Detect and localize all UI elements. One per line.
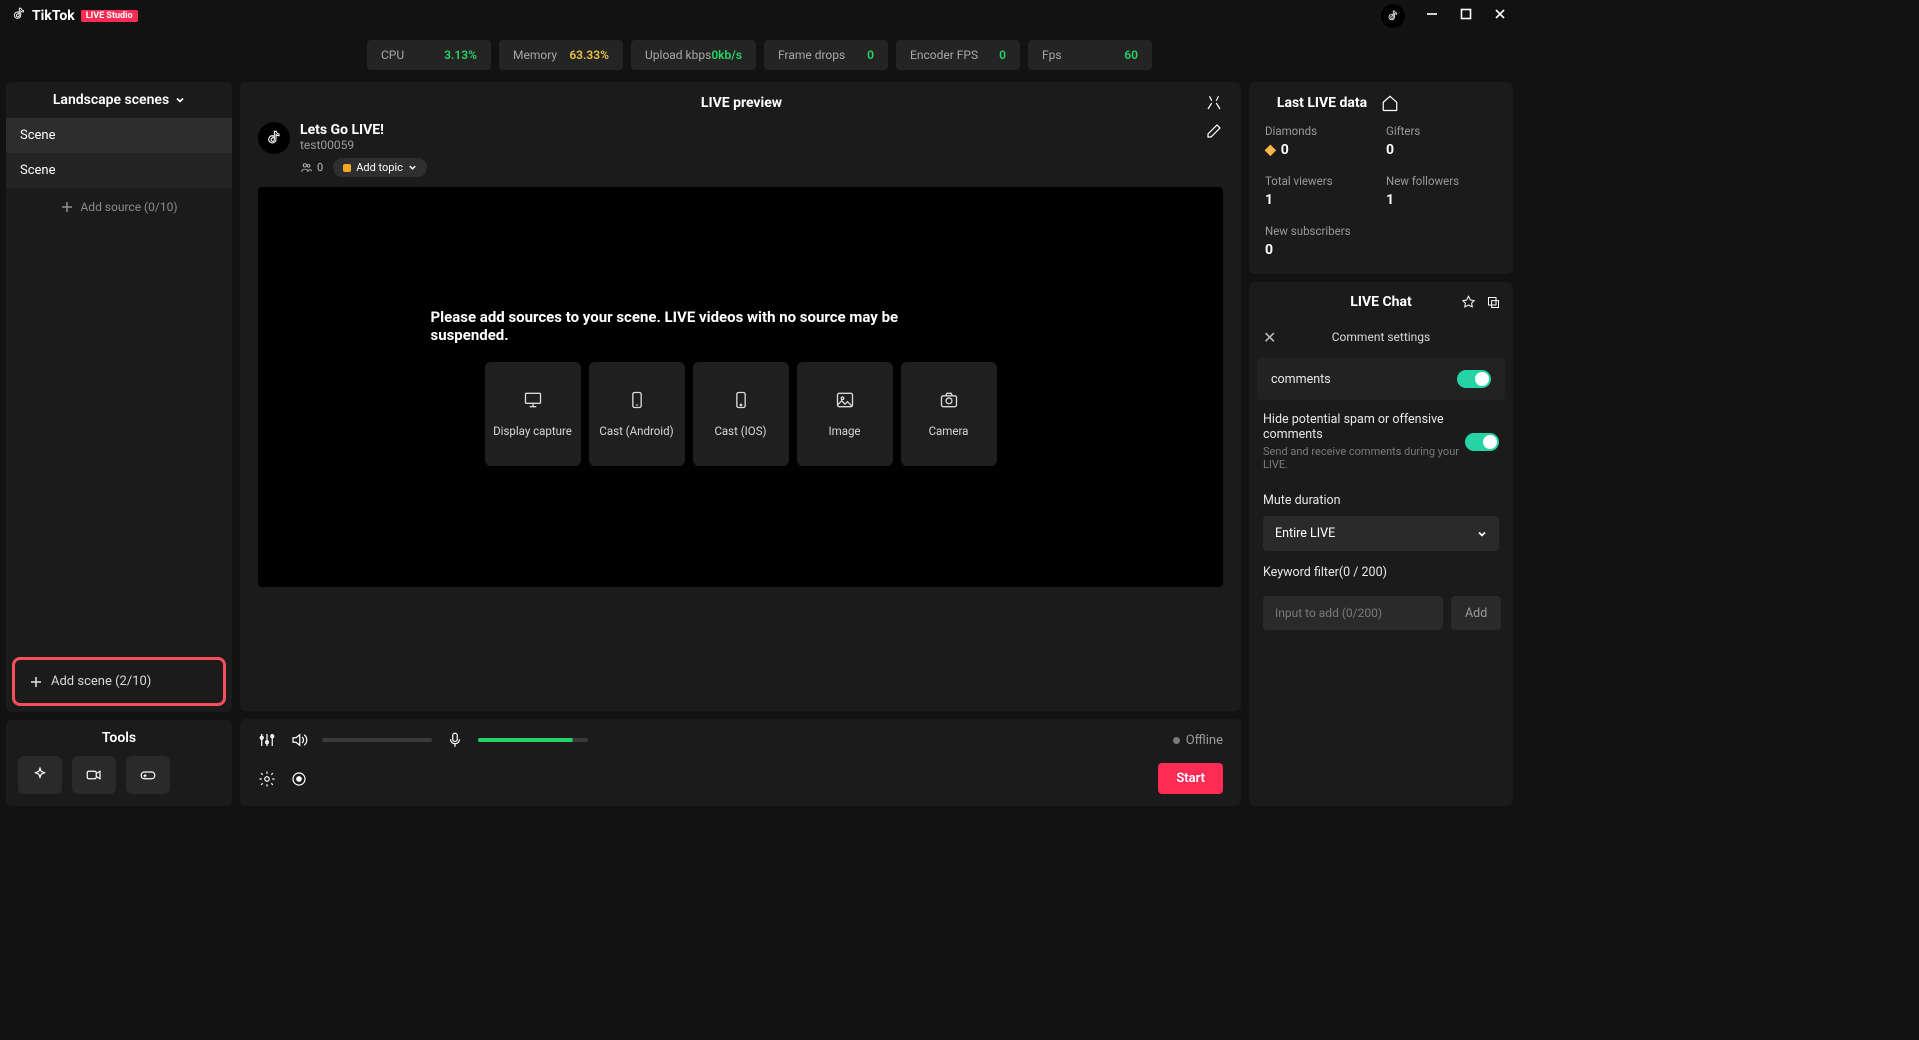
stat-memory: Memory63.33% [499,40,623,70]
mute-duration-select[interactable]: Entire LIVE [1263,516,1499,551]
live-studio-badge: LIVE Studio [81,10,138,22]
keyword-input[interactable] [1263,596,1443,630]
diamond-icon: ◆ [1265,142,1276,158]
chat-panel: LIVE Chat ✕ Comment settings comments Hi… [1249,282,1513,806]
keyword-add-button[interactable]: Add [1451,596,1501,630]
camera-icon [939,390,959,410]
source-cast-ios[interactable]: Cast (IOS) [693,362,789,466]
preview-title: LIVE preview [278,95,1205,111]
camcorder-icon [85,766,103,784]
add-topic-button[interactable]: Add topic [333,158,427,177]
stream-username: test00059 [300,138,1195,152]
tools-panel: Tools [6,720,232,806]
tools-icon[interactable] [1205,94,1223,112]
scenes-panel: Landscape scenes Scene Scene Add source … [6,82,232,712]
gamepad-icon [139,766,157,784]
popout-icon[interactable] [1486,295,1501,310]
keyword-filter-label: Keyword filter(0 / 200) [1249,551,1513,588]
stat-new-followers: New followers1 [1386,174,1497,208]
phone-icon [627,390,647,410]
image-icon [835,390,855,410]
center-column: LIVE preview Lets Go LIVE! test00059 0 [240,82,1241,806]
chevron-down-icon [175,95,185,105]
add-scene-button[interactable]: Add scene (2/10) [12,657,226,706]
source-cast-android[interactable]: Cast (Android) [589,362,685,466]
pin-icon[interactable] [1461,295,1476,310]
chevron-down-icon [408,163,417,172]
toggle-comments-row: comments [1257,358,1505,400]
stat-new-subscribers: New subscribers0 [1265,224,1376,258]
tool-camera-button[interactable] [72,756,116,794]
sparkle-icon [31,766,49,784]
tools-title: Tools [18,730,220,746]
mixer-button[interactable] [258,731,276,749]
stat-diamonds: Diamonds◆0 [1265,124,1376,158]
titlebar: TikTok LIVE Studio [0,0,1519,32]
speaker-button[interactable] [290,731,308,749]
people-icon [300,161,313,174]
close-button[interactable] [1493,7,1507,25]
preview-panel: LIVE preview Lets Go LIVE! test00059 0 [240,82,1241,711]
scene-item[interactable]: Scene [6,153,232,188]
stat-encoderfps: Encoder FPS0 [896,40,1020,70]
status-indicator: Offline [1173,733,1223,748]
comments-toggle[interactable] [1457,370,1491,388]
record-button[interactable] [290,770,308,788]
tool-effects-button[interactable] [18,756,62,794]
tool-game-button[interactable] [126,756,170,794]
plus-icon [60,200,74,214]
plus-icon [29,675,43,689]
preview-empty-message: Please add sources to your scene. LIVE v… [431,308,911,344]
caret-down-icon [1477,529,1487,539]
start-button[interactable]: Start [1158,763,1223,794]
viewers-badge: 0 [300,161,323,174]
app-name: TikTok [32,8,75,24]
minimize-button[interactable] [1425,7,1439,25]
settings-button[interactable] [258,770,276,788]
monitor-icon [523,390,543,410]
stream-avatar [258,122,290,154]
scenes-dropdown[interactable]: Landscape scenes [6,82,232,118]
profile-avatar[interactable] [1381,4,1405,28]
phone-icon [731,390,751,410]
add-source-button[interactable]: Add source (0/10) [6,188,232,226]
scene-item[interactable]: Scene [6,118,232,153]
live-data-panel: Last LIVE data Diamonds◆0 Gifters0 Total… [1249,82,1513,274]
stat-fps: Fps60 [1028,40,1152,70]
rightbar: Last LIVE data Diamonds◆0 Gifters0 Total… [1249,82,1513,806]
controls-panel: Offline Start [240,719,1241,806]
sidebar: Landscape scenes Scene Scene Add source … [6,82,232,806]
stat-cpu: CPU3.13% [367,40,491,70]
titlebar-right [1381,4,1507,28]
edit-button[interactable] [1205,122,1223,144]
stat-upload: Upload kbps0kb/s [631,40,756,70]
stats-bar: CPU3.13% Memory63.33% Upload kbps0kb/s F… [0,32,1519,82]
stat-total-viewers: Total viewers1 [1265,174,1376,208]
source-camera[interactable]: Camera [901,362,997,466]
comment-settings-header: ✕ Comment settings [1249,322,1513,352]
preview-canvas: Please add sources to your scene. LIVE v… [258,187,1223,587]
chat-title: LIVE Chat [1350,294,1411,310]
live-data-title: Last LIVE data [1263,95,1381,111]
speaker-slider[interactable] [322,738,432,742]
spam-toggle[interactable] [1465,433,1499,451]
home-icon[interactable] [1381,94,1499,112]
mic-slider[interactable] [478,738,588,742]
source-image[interactable]: Image [797,362,893,466]
titlebar-left: TikTok LIVE Studio [12,7,138,25]
topic-dot-icon [343,164,351,172]
source-display-capture[interactable]: Display capture [485,362,581,466]
stat-framedrops: Frame drops0 [764,40,888,70]
mute-duration-label: Mute duration [1249,479,1513,516]
stat-gifters: Gifters0 [1386,124,1497,158]
toggle-spam-row: Hide potential spam or offensive comment… [1263,404,1499,479]
status-dot-icon [1173,737,1180,744]
tiktok-logo-icon [12,7,26,25]
stream-title: Lets Go LIVE! [300,122,1195,138]
maximize-button[interactable] [1459,7,1473,25]
mic-button[interactable] [446,731,464,749]
close-icon[interactable]: ✕ [1263,328,1276,347]
